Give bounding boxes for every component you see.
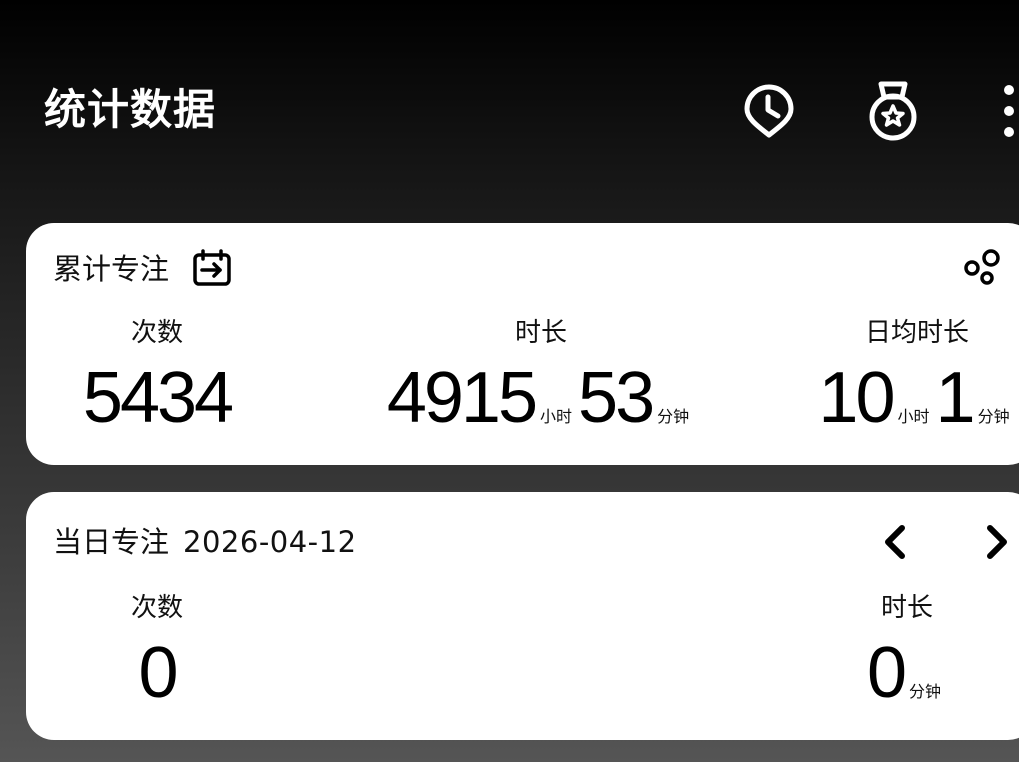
hours-unit: 小时 [897,407,930,426]
bubbles-icon[interactable] [962,247,1004,287]
chevron-left-icon[interactable] [878,522,912,562]
stat-label: 日均时长 [864,318,969,348]
count-value: 0 [138,633,178,713]
stat-total-duration: 时长 4915 小时 53 分钟 [366,317,716,450]
chevron-right-icon[interactable] [980,522,1014,562]
stat-daily-average: 日均时长 10 小时 1 分钟 [818,317,1012,450]
stat-label: 次数 [130,318,183,348]
top-app-bar: 统计数据 [0,0,1019,200]
hours-unit: 小时 [540,407,573,426]
medal-star-icon[interactable] [864,80,922,142]
minutes-value: 1 [935,358,976,438]
daily-focus-card: 当日专注 2026-04-12 次数 0 时长 0 分钟 [26,492,1019,740]
page-title: 统计数据 [44,85,217,134]
daily-title-label: 当日专注 [53,525,170,559]
minutes-value: 53 [578,358,655,438]
stat-label: 时长 [514,318,567,348]
hours-value: 10 [818,358,895,438]
count-value: 5434 [82,358,234,438]
stat-total-count: 次数 5434 [82,317,234,438]
card-title-total: 累计专注 [53,252,170,286]
card-title-daily: 当日专注 2026-04-12 [53,524,357,560]
minutes-unit: 分钟 [657,407,690,426]
minutes-unit: 分钟 [977,407,1010,426]
more-vertical-icon[interactable] [996,80,1019,142]
stat-label: 次数 [130,593,183,623]
stat-daily-duration: 时长 0 分钟 [832,592,982,725]
clock-pin-icon[interactable] [741,82,797,140]
total-focus-card: 累计专注 次数 5434 时长 4915 小时 53 分钟 日均时长 10 小时… [26,223,1019,465]
minutes-unit: 分钟 [909,682,942,701]
minutes-value: 0 [866,633,907,713]
calendar-arrow-icon[interactable] [192,249,232,287]
daily-date[interactable]: 2026-04-12 [183,525,357,559]
stat-daily-count: 次数 0 [82,592,232,713]
hours-value: 4915 [386,358,538,438]
stat-label: 时长 [880,593,933,623]
